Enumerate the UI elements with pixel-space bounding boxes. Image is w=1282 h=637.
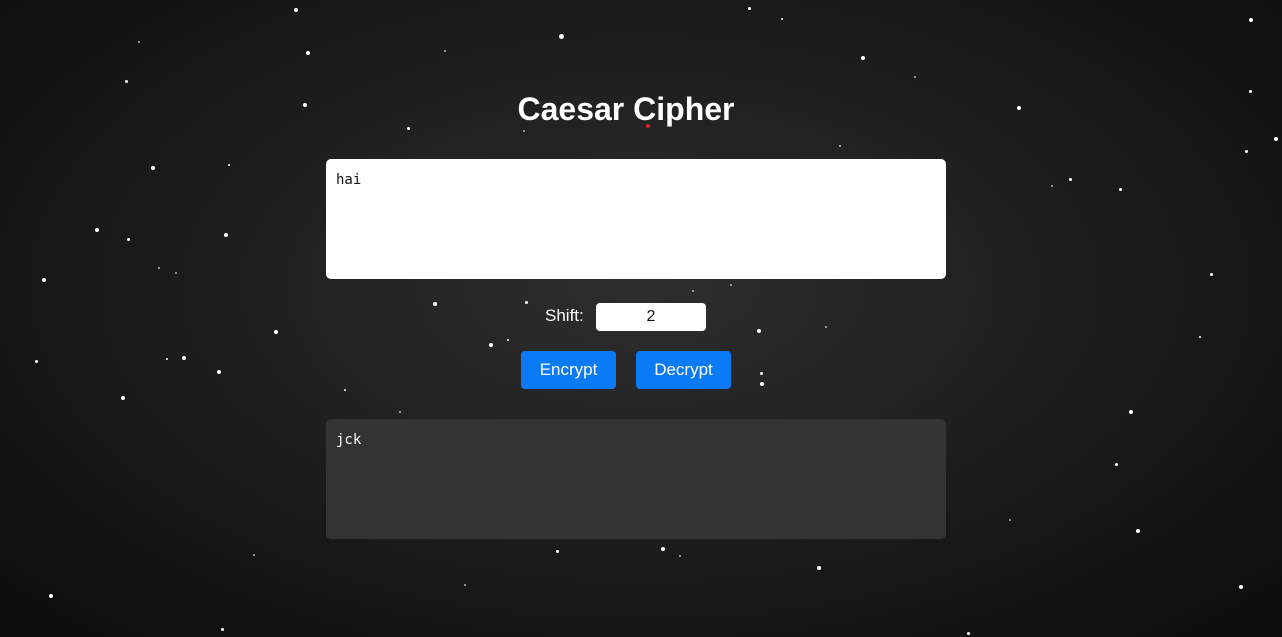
encrypt-button[interactable]: Encrypt <box>521 351 616 389</box>
result-output[interactable]: jck <box>326 419 946 539</box>
shift-input[interactable] <box>596 303 706 331</box>
decrypt-button[interactable]: Decrypt <box>636 351 731 389</box>
shift-label: Shift: <box>545 306 584 325</box>
plaintext-input[interactable]: hai <box>326 159 946 279</box>
page-title: Caesar Cipher <box>517 91 735 127</box>
cursor-dot <box>646 124 650 128</box>
cipher-app: Caesar Cipher hai Shift: Encrypt Decrypt… <box>0 0 1282 637</box>
